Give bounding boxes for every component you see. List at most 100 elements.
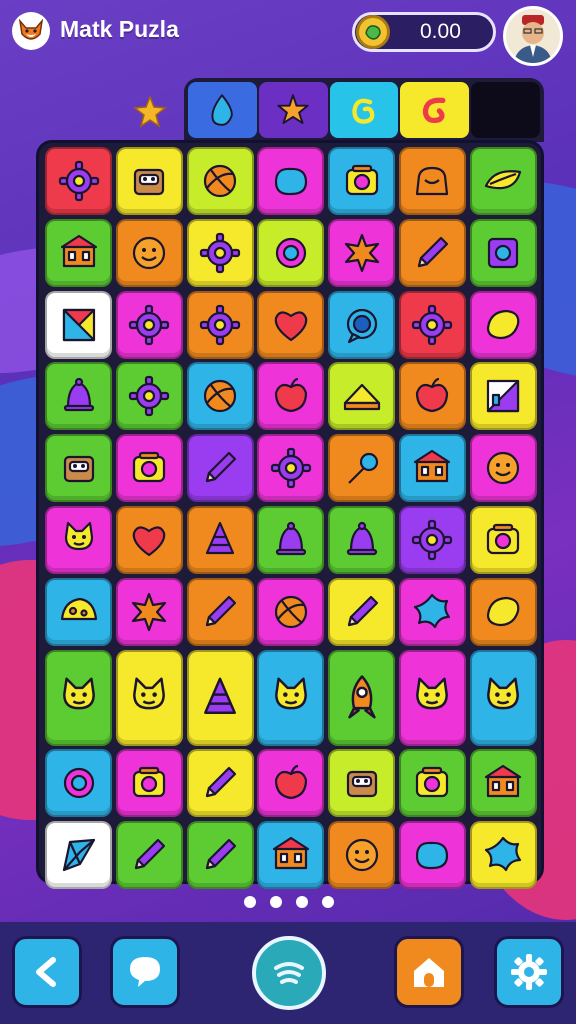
tab-swirl[interactable] <box>329 82 399 138</box>
tab-starfish[interactable] <box>258 82 328 138</box>
tile[interactable] <box>469 505 537 574</box>
tile[interactable] <box>257 362 325 431</box>
tile[interactable] <box>328 577 396 646</box>
settings-button[interactable] <box>494 936 564 1008</box>
tile[interactable] <box>398 290 466 359</box>
tile[interactable] <box>186 290 254 359</box>
tile[interactable] <box>257 821 325 890</box>
tile[interactable] <box>398 505 466 574</box>
tile[interactable] <box>115 434 183 503</box>
tile[interactable] <box>469 362 537 431</box>
tile[interactable] <box>398 577 466 646</box>
tile[interactable] <box>45 749 112 818</box>
tile[interactable] <box>115 290 183 359</box>
tab-drop[interactable] <box>188 82 257 138</box>
cat-icon <box>133 677 166 709</box>
tile[interactable] <box>45 218 112 287</box>
tile[interactable] <box>186 649 254 746</box>
tile[interactable] <box>398 649 466 746</box>
tile[interactable] <box>257 577 325 646</box>
tile[interactable] <box>469 821 537 890</box>
tile[interactable] <box>469 434 537 503</box>
tab-empty[interactable] <box>471 82 540 138</box>
tile[interactable] <box>45 290 112 359</box>
tile[interactable] <box>328 218 396 287</box>
coin-counter[interactable]: 0.00 <box>352 12 496 52</box>
tile[interactable] <box>398 362 466 431</box>
tile[interactable] <box>469 147 537 215</box>
tile[interactable] <box>186 821 254 890</box>
star-icon[interactable] <box>130 92 170 132</box>
tile[interactable] <box>398 218 466 287</box>
tile[interactable] <box>257 218 325 287</box>
tile[interactable] <box>257 649 325 746</box>
ball-icon <box>203 164 237 198</box>
tile[interactable] <box>45 434 112 503</box>
tile[interactable] <box>328 749 396 818</box>
tile[interactable] <box>257 147 325 215</box>
house-icon <box>414 450 451 483</box>
tile[interactable] <box>186 505 254 574</box>
ring-icon <box>63 768 94 799</box>
tile[interactable] <box>398 749 466 818</box>
player-avatar[interactable] <box>503 6 563 66</box>
tile[interactable] <box>257 434 325 503</box>
page-dot[interactable] <box>322 896 334 908</box>
chat-button[interactable] <box>110 936 180 1008</box>
tile[interactable] <box>186 434 254 503</box>
tab-spiral[interactable] <box>400 82 470 138</box>
tile[interactable] <box>186 362 254 431</box>
tile[interactable] <box>45 362 112 431</box>
tile[interactable] <box>45 821 112 890</box>
tile[interactable] <box>257 290 325 359</box>
tile[interactable] <box>328 505 396 574</box>
cake-icon <box>343 384 380 411</box>
tile[interactable] <box>469 577 537 646</box>
tile[interactable] <box>115 749 183 818</box>
home-button[interactable] <box>394 936 464 1008</box>
tile[interactable] <box>328 290 396 359</box>
chart-icon <box>487 380 520 413</box>
radio-icon <box>416 767 449 798</box>
center-action-button[interactable] <box>252 936 326 1010</box>
tile[interactable] <box>469 749 537 818</box>
tile[interactable] <box>398 434 466 503</box>
back-button[interactable] <box>12 936 82 1008</box>
tile[interactable] <box>186 147 254 215</box>
cheese-icon <box>60 597 97 620</box>
tile[interactable] <box>186 749 254 818</box>
tile[interactable] <box>398 147 466 215</box>
tile[interactable] <box>186 218 254 287</box>
tile[interactable] <box>328 649 396 746</box>
tile[interactable] <box>115 649 183 746</box>
tile[interactable] <box>469 649 537 746</box>
tile[interactable] <box>328 434 396 503</box>
page-dot[interactable] <box>244 896 256 908</box>
tile[interactable] <box>328 821 396 890</box>
lemon-icon <box>487 309 520 339</box>
tile[interactable] <box>45 577 112 646</box>
radio-icon <box>133 767 166 798</box>
tile[interactable] <box>115 362 183 431</box>
coin-icon <box>356 15 390 49</box>
tile[interactable] <box>328 147 396 215</box>
tile[interactable] <box>115 821 183 890</box>
tile[interactable] <box>45 147 112 215</box>
tile[interactable] <box>115 577 183 646</box>
page-dot[interactable] <box>270 896 282 908</box>
tile[interactable] <box>469 218 537 287</box>
tile[interactable] <box>115 218 183 287</box>
tile[interactable] <box>257 749 325 818</box>
bell-icon <box>63 378 94 412</box>
tile[interactable] <box>115 147 183 215</box>
tile[interactable] <box>45 649 112 746</box>
page-dot[interactable] <box>296 896 308 908</box>
tile[interactable] <box>469 290 537 359</box>
tile[interactable] <box>115 505 183 574</box>
tile[interactable] <box>186 577 254 646</box>
tile[interactable] <box>398 821 466 890</box>
heart-icon <box>132 526 166 557</box>
tile[interactable] <box>45 505 112 574</box>
tile[interactable] <box>257 505 325 574</box>
tile[interactable] <box>328 362 396 431</box>
